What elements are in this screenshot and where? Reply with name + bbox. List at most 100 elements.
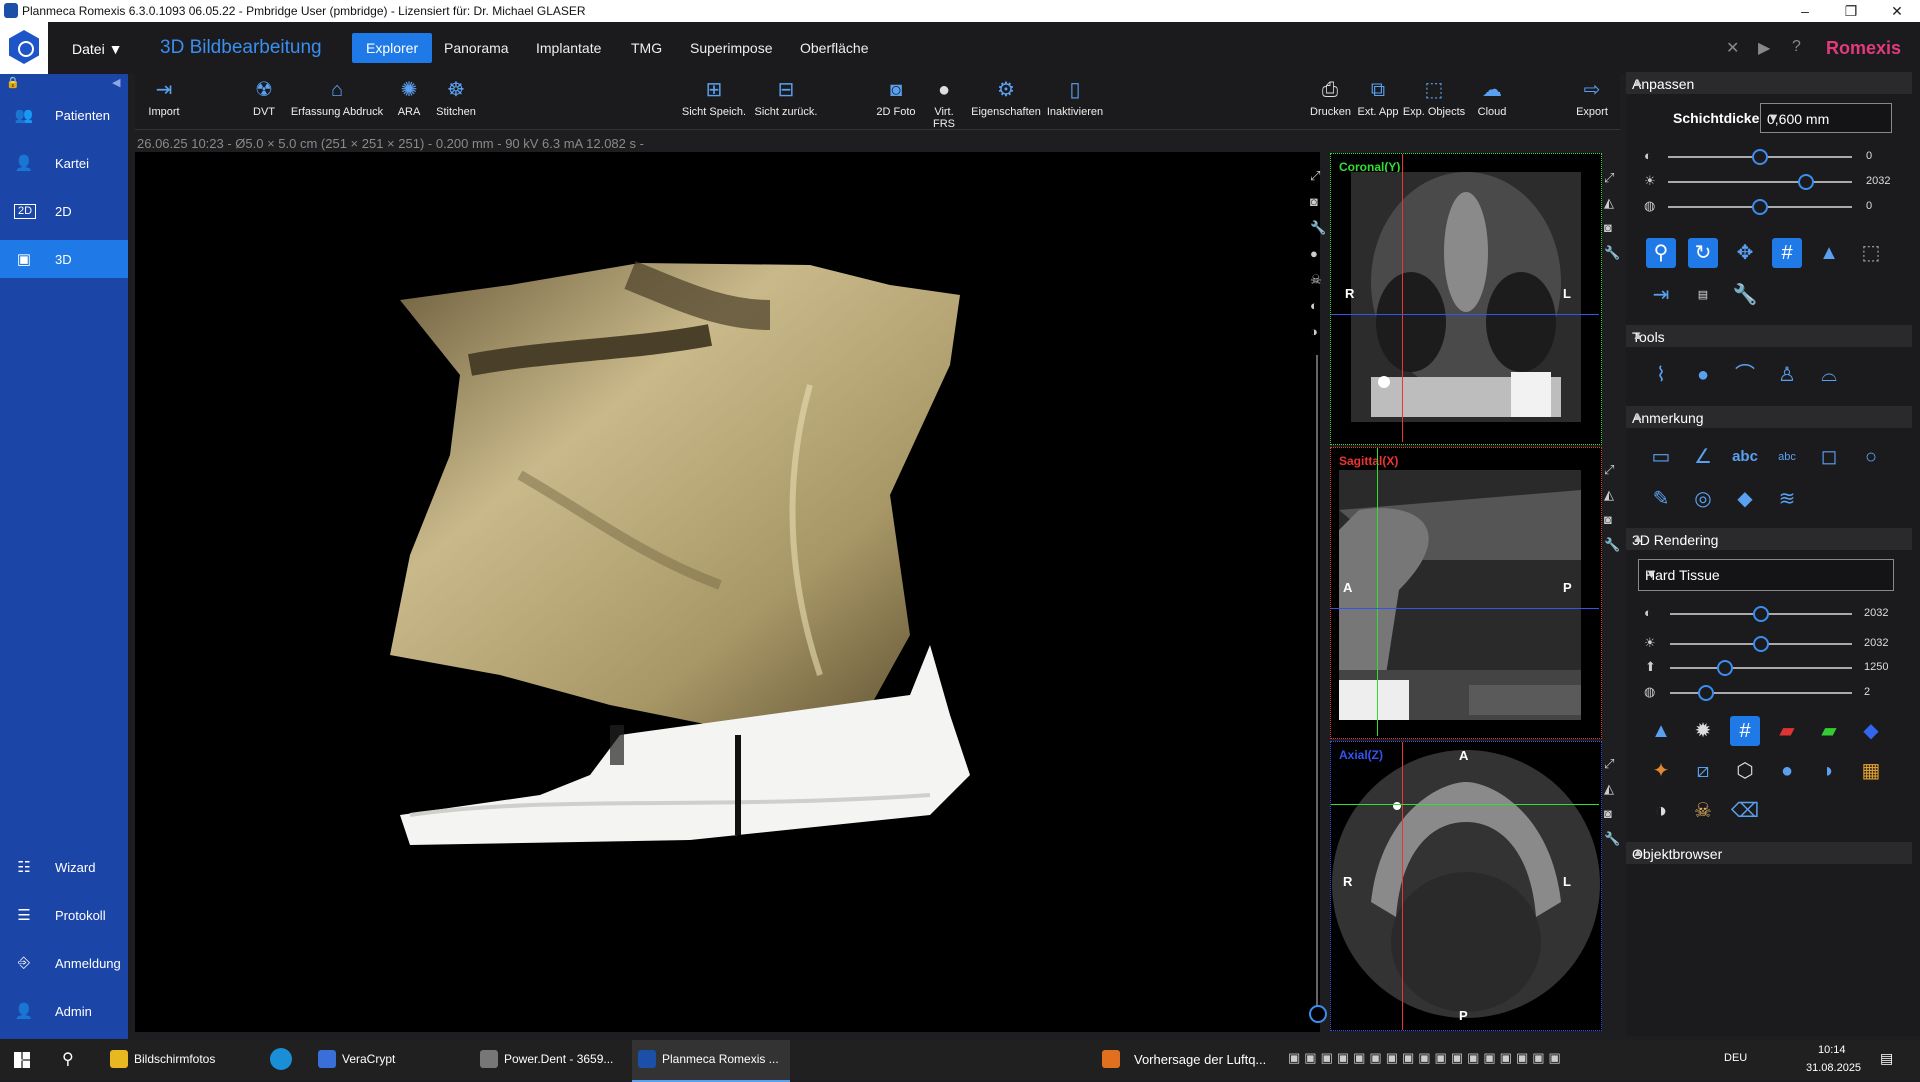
wrench-icon[interactable]: 🔧 [1310,220,1326,236]
sidebar-item-wizard[interactable]: ☷ Wizard [0,848,128,886]
search-icon[interactable]: ⚲ [62,1049,74,1069]
skull-icon[interactable]: ☠ [1688,796,1718,826]
sagittal-plane-icon[interactable]: ▰ [1772,716,1802,746]
nerve-icon[interactable]: ⌇ [1646,360,1676,390]
globe-icon[interactable]: ◎ [1688,484,1718,514]
zoom-icon[interactable]: ⚲ [1646,238,1676,268]
image-icon[interactable]: ▲ [1814,238,1844,268]
ext-app-button[interactable]: ⧉ Ext. App [1356,78,1400,118]
taskbar-app-romexis[interactable]: Planmeca Romexis ... [632,1040,790,1082]
render-opacity-slider[interactable] [1670,692,1852,694]
close-icon[interactable]: ✕ [1726,38,1739,58]
import-slice-icon[interactable]: ⇥ [1646,280,1676,310]
render-contrast-knob[interactable] [1753,606,1769,622]
skull-icon[interactable]: ☠ [1310,272,1322,288]
camera-icon[interactable]: ◙ [1310,194,1318,209]
tab-explorer[interactable]: Explorer [352,33,433,63]
expand-icon[interactable]: ⤢ [1604,756,1614,772]
sidebar-item-kartei[interactable]: 👤 Kartei [0,144,128,182]
wrench-icon[interactable]: 🔧 [1604,245,1620,261]
color-grid-icon[interactable]: ▦ [1856,756,1886,786]
deactivate-button[interactable]: ▯ Inaktivieren [1044,78,1106,118]
clip-box-icon[interactable]: ⧄ [1688,756,1718,786]
section-3d-rendering[interactable]: 3D Rendering ▲ [1626,528,1912,550]
render-threshold-knob[interactable] [1716,660,1733,676]
input-language[interactable]: DEU [1724,1052,1747,1064]
file-menu[interactable]: Datei ▼ [72,41,122,57]
sidebar-item-anmeldung[interactable]: ⎆ Anmeldung [0,944,128,982]
text-box-icon[interactable]: abc [1772,442,1802,472]
pan-icon[interactable]: ✥ [1730,238,1760,268]
tab-panorama[interactable]: Panorama [430,33,523,63]
section-anpassen[interactable]: Anpassen ▲ [1626,72,1912,94]
print-button[interactable]: ⎙ Drucken [1310,78,1351,118]
taskbar-app-veracrypt[interactable]: VeraCrypt [312,1040,462,1080]
axial-view[interactable]: Axial(Z) A P R L [1330,741,1602,1031]
clock-date[interactable]: 31.08.2025 [1806,1062,1861,1074]
stitch-button[interactable]: ☸ Stitchen [432,78,480,118]
flip-icon[interactable]: ◭ [1604,487,1614,503]
head-icon[interactable]: ● [1310,246,1318,261]
sidebar-item-protokoll[interactable]: ☰ Protokoll [0,896,128,934]
restore-view-button[interactable]: ⊟ Sicht zurück. [752,78,820,118]
cube-icon[interactable]: ⬡ [1730,756,1760,786]
ear-icon[interactable]: ◑ [1310,324,1318,339]
save-view-button[interactable]: ⊞ Sicht Speich. [680,78,748,118]
flip-icon[interactable]: ◭ [1604,195,1614,211]
crop-icon[interactable]: ⬚ [1856,238,1886,268]
dvt-button[interactable]: ☢ DVT [248,78,280,118]
slice-scrubber-track[interactable] [1316,355,1318,1015]
romexis-logo[interactable] [0,22,48,74]
section-objektbrowser[interactable]: Objektbrowser ▲ [1626,842,1912,864]
export-button[interactable]: ⇨ Export [1574,78,1610,118]
head-side-icon[interactable]: ◗ [1814,756,1844,786]
photo-2d-button[interactable]: ◙ 2D Foto [876,78,916,118]
maximize-button[interactable]: ❐ [1828,0,1874,22]
3d-bone-render[interactable] [390,255,1070,895]
render-brightness-knob[interactable] [1753,636,1769,652]
camera-icon[interactable]: ◙ [1604,806,1612,821]
wrench-icon[interactable]: 🔧 [1604,831,1620,847]
collapse-icon[interactable]: ◀ [112,76,120,89]
brightness-slider-knob[interactable] [1798,174,1814,190]
tab-superimpose[interactable]: Superimpose [676,33,787,63]
light-icon[interactable]: ✹ [1688,716,1718,746]
help-icon[interactable]: ? [1792,38,1801,56]
camera-icon[interactable]: ◙ [1604,220,1612,235]
weather-widget[interactable]: Vorhersage der Luftq... [1134,1052,1266,1067]
canal-icon[interactable]: ⌒ [1730,360,1760,390]
axes-icon[interactable]: ✦ [1646,756,1676,786]
import-button[interactable]: ⇥ Import [146,78,182,118]
slice-scrubber-knob[interactable] [1309,1005,1327,1023]
crosshair-icon[interactable]: # [1772,238,1802,268]
notification-icon[interactable]: ▤ [1880,1050,1893,1067]
pen-icon[interactable]: ✎ [1646,484,1676,514]
gamma-slider-knob[interactable] [1752,199,1768,215]
ellipse-draw-icon[interactable]: ○ [1856,442,1886,472]
layers-icon[interactable]: ≋ [1772,484,1802,514]
sidebar-item-3d[interactable]: ▣ 3D [0,240,128,278]
tooth-icon[interactable]: ♙ [1772,360,1802,390]
text-annotation-icon[interactable]: abc [1730,442,1760,472]
minimize-button[interactable]: – [1782,0,1828,22]
rectangle-draw-icon[interactable]: ◻ [1814,442,1844,472]
tray-icons[interactable]: ▣▣▣▣▣▣▣▣▣▣▣▣▣▣▣▣▣ [1288,1050,1628,1068]
profile-icon[interactable]: ◐ [1310,298,1318,313]
impression-button[interactable]: ⌂ Erfassung Abdruck [288,78,386,118]
airway-icon[interactable]: ● [1688,360,1718,390]
render-threshold-slider[interactable] [1670,667,1852,669]
close-window-button[interactable]: ✕ [1874,0,1920,22]
taskbar-app-powerdent[interactable]: Power.Dent - 3659... [474,1040,624,1080]
tab-tmg[interactable]: TMG [617,33,676,63]
slice-thickness-select[interactable]: 0,600 mm ▼ [1760,103,1892,133]
flip-icon[interactable]: ◭ [1604,781,1614,797]
sidebar-item-admin[interactable]: 👤 Admin [0,992,128,1030]
ara-button[interactable]: ✺ ARA [396,78,422,118]
lock-icon[interactable]: 🔒 [6,76,20,89]
fill-icon[interactable]: ◆ [1730,484,1760,514]
properties-button[interactable]: ⚙ Eigenschaften [970,78,1042,118]
clock-time[interactable]: 10:14 [1818,1044,1846,1056]
sidebar-item-2d[interactable]: 2D 2D [0,192,128,230]
tab-implantate[interactable]: Implantate [522,33,615,63]
expand-icon[interactable]: ⤢ [1604,462,1614,478]
